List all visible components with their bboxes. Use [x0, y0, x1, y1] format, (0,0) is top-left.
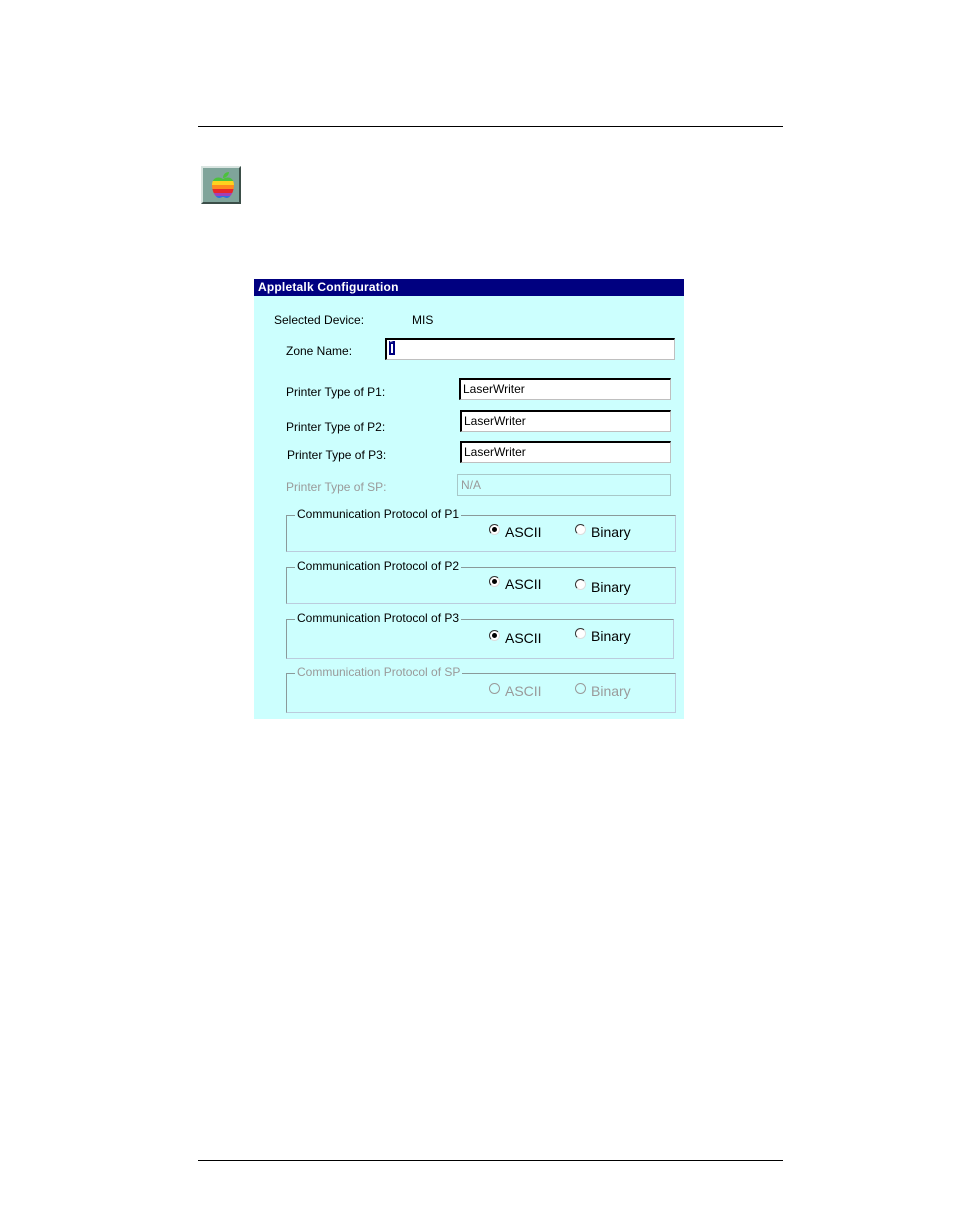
selected-device-value: MIS	[412, 313, 434, 327]
radio-label: Binary	[591, 524, 631, 540]
radio-empty-icon	[575, 579, 586, 590]
printer-type-sp-label: Printer Type of SP:	[286, 480, 387, 494]
printer-type-sp-field: N/A	[457, 474, 671, 496]
apple-logo-icon	[212, 172, 234, 198]
radio-empty-icon	[575, 683, 586, 694]
appletalk-toolbar-button[interactable]	[201, 166, 241, 204]
protocol-group-p2: Communication Protocol of P2 ASCII Binar…	[286, 559, 676, 604]
dialog-title: Appletalk Configuration	[254, 279, 684, 296]
printer-type-p2-field[interactable]: LaserWriter	[460, 410, 671, 432]
bottom-rule	[198, 1160, 783, 1161]
radio-label: ASCII	[505, 683, 542, 699]
protocol-group-p1-title: Communication Protocol of P1	[295, 507, 462, 521]
zone-name-value: *	[389, 338, 394, 349]
protocol-group-sp-title: Communication Protocol of SP	[295, 665, 463, 679]
radio-selected-icon	[489, 630, 500, 641]
protocol-group-p3: Communication Protocol of P3 ASCII Binar…	[286, 611, 674, 659]
protocol-p3-binary-radio[interactable]: Binary	[575, 628, 631, 644]
radio-label: Binary	[591, 579, 631, 595]
printer-type-p3-field[interactable]: LaserWriter	[460, 441, 671, 463]
printer-type-p1-label: Printer Type of P1:	[286, 385, 386, 399]
protocol-group-p2-title: Communication Protocol of P2	[295, 559, 462, 573]
radio-label: ASCII	[505, 576, 542, 592]
printer-type-p1-field[interactable]: LaserWriter	[459, 378, 671, 400]
radio-label: ASCII	[505, 630, 542, 646]
protocol-group-p1: Communication Protocol of P1 ASCII Binar…	[286, 507, 676, 552]
protocol-p2-ascii-radio[interactable]: ASCII	[489, 576, 542, 592]
radio-label: ASCII	[505, 524, 542, 540]
radio-empty-icon	[575, 524, 586, 535]
top-rule	[198, 126, 783, 127]
radio-empty-icon	[489, 683, 500, 694]
protocol-p1-ascii-radio[interactable]: ASCII	[489, 524, 542, 540]
zone-name-field[interactable]: *	[385, 338, 675, 360]
protocol-p3-ascii-radio[interactable]: ASCII	[489, 630, 542, 646]
protocol-group-p3-title: Communication Protocol of P3	[295, 611, 462, 625]
printer-type-p2-label: Printer Type of P2:	[286, 420, 386, 434]
appletalk-configuration-dialog: Appletalk Configuration Selected Device:…	[254, 279, 684, 719]
protocol-group-sp: Communication Protocol of SP ASCII Binar…	[286, 665, 676, 713]
radio-selected-icon	[489, 576, 500, 587]
protocol-p2-binary-radio[interactable]: Binary	[575, 579, 631, 595]
selected-device-label: Selected Device:	[274, 313, 365, 327]
printer-type-p3-label: Printer Type of P3:	[287, 448, 387, 462]
protocol-sp-ascii-radio: ASCII	[489, 683, 542, 699]
radio-label: Binary	[591, 628, 631, 644]
radio-label: Binary	[591, 683, 631, 699]
radio-selected-icon	[489, 524, 500, 535]
zone-name-label: Zone Name:	[286, 344, 353, 358]
radio-empty-icon	[575, 628, 586, 639]
protocol-p1-binary-radio[interactable]: Binary	[575, 524, 631, 540]
protocol-sp-binary-radio: Binary	[575, 683, 631, 699]
